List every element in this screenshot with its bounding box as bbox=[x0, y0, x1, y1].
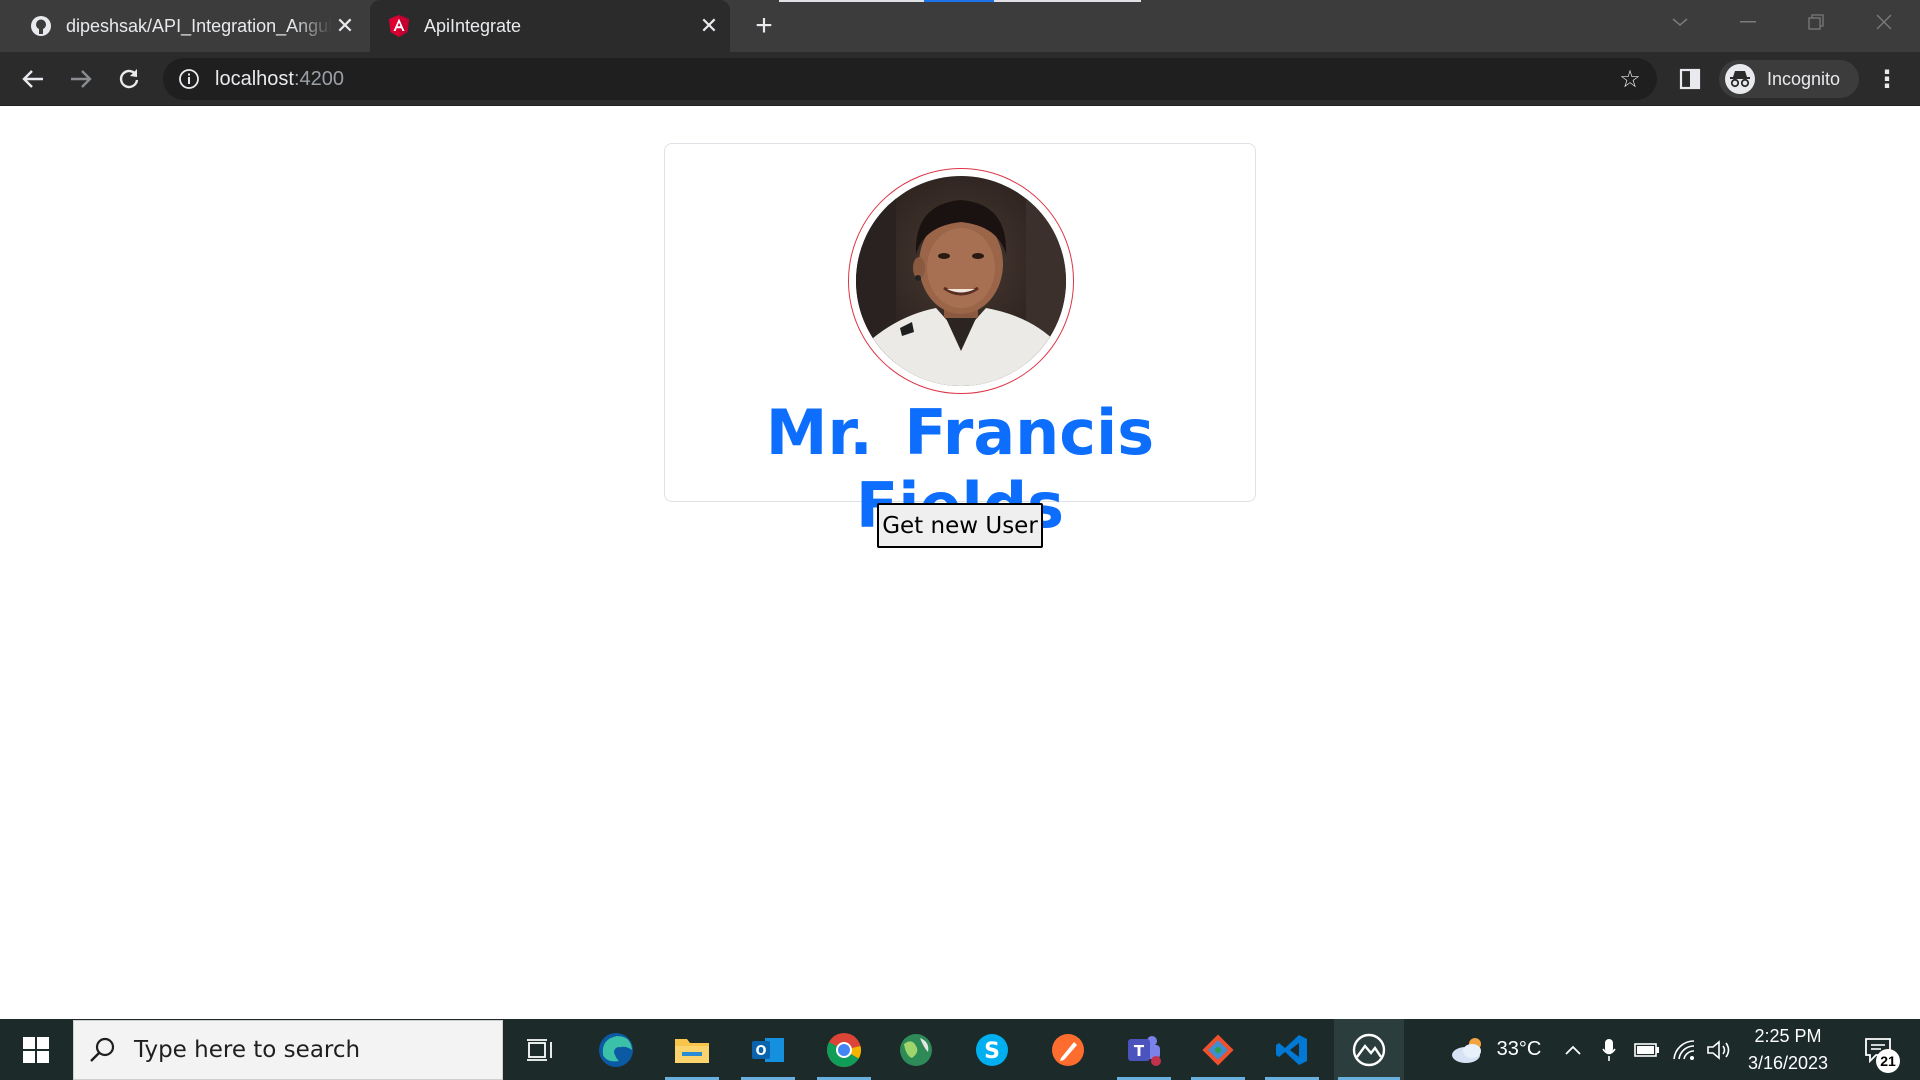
github-icon bbox=[30, 15, 52, 37]
bookmark-star-icon[interactable]: ☆ bbox=[1617, 66, 1643, 93]
browser-tab-strip: dipeshsak/API_Integration_Angul ✕ ApiInt… bbox=[0, 0, 1920, 52]
incognito-icon bbox=[1725, 64, 1755, 94]
close-tab-icon[interactable]: ✕ bbox=[696, 13, 722, 39]
forward-button[interactable] bbox=[63, 61, 99, 97]
edge-icon[interactable] bbox=[585, 1019, 647, 1080]
git-icon[interactable] bbox=[1187, 1019, 1249, 1080]
side-panel-icon[interactable] bbox=[1678, 67, 1702, 91]
notification-count-badge: 21 bbox=[1876, 1049, 1900, 1073]
incognito-profile-button[interactable]: Incognito bbox=[1719, 60, 1859, 98]
browser-toolbar: localhost:4200 ☆ Incognito ⋮ bbox=[0, 52, 1920, 106]
windows-taskbar: Type here to search O S T 33°C 2:25 PM 3… bbox=[0, 1019, 1920, 1080]
new-tab-button[interactable]: + bbox=[748, 9, 780, 42]
notification-center-icon[interactable]: 21 bbox=[1852, 1019, 1904, 1080]
clock-time: 2:25 PM bbox=[1754, 1026, 1822, 1046]
address-bar[interactable]: localhost:4200 ☆ bbox=[163, 58, 1657, 100]
microphone-icon[interactable] bbox=[1596, 1019, 1622, 1080]
page-content: Mr. Francis Fields Get new User bbox=[0, 107, 1920, 1019]
back-button[interactable] bbox=[15, 61, 51, 97]
reload-button[interactable] bbox=[111, 61, 147, 97]
browser-menu-icon[interactable]: ⋮ bbox=[1872, 64, 1902, 94]
weather-icon[interactable] bbox=[1444, 1019, 1492, 1080]
file-explorer-icon[interactable] bbox=[661, 1019, 723, 1080]
angular-icon bbox=[388, 15, 410, 37]
tab-title: ApiIntegrate bbox=[424, 15, 522, 36]
battery-icon[interactable] bbox=[1632, 1019, 1662, 1080]
incognito-label: Incognito bbox=[1767, 68, 1841, 89]
taskbar-search-box[interactable]: Type here to search bbox=[73, 1020, 503, 1080]
tab-apiintegrate[interactable]: ApiIntegrate ✕ bbox=[370, 0, 730, 52]
close-window-button[interactable] bbox=[1854, 0, 1914, 44]
site-info-icon[interactable] bbox=[177, 67, 201, 91]
taskbar-clock[interactable]: 2:25 PM 3/16/2023 bbox=[1728, 1023, 1848, 1077]
weather-temperature[interactable]: 33°C bbox=[1492, 1019, 1546, 1080]
svg-text:O: O bbox=[755, 1044, 766, 1059]
search-icon bbox=[90, 1037, 115, 1062]
task-view-icon[interactable] bbox=[509, 1019, 571, 1080]
close-tab-icon[interactable]: ✕ bbox=[332, 13, 358, 39]
tab-search-chevron-icon[interactable] bbox=[1650, 0, 1710, 44]
loading-indicator bbox=[779, 0, 1141, 2]
pen-app-icon[interactable] bbox=[1037, 1019, 1099, 1080]
chrome-icon[interactable] bbox=[813, 1019, 875, 1080]
url-text: localhost:4200 bbox=[215, 67, 344, 90]
tab-github[interactable]: dipeshsak/API_Integration_Angul ✕ bbox=[14, 0, 366, 52]
vscode-icon[interactable] bbox=[1261, 1019, 1323, 1080]
minimize-button[interactable] bbox=[1718, 0, 1778, 44]
show-hidden-icons-chevron-icon[interactable] bbox=[1560, 1019, 1586, 1080]
windows-icon bbox=[23, 1036, 49, 1063]
avatar-ring bbox=[848, 168, 1074, 394]
outlook-icon[interactable]: O bbox=[737, 1019, 799, 1080]
wifi-icon[interactable] bbox=[1670, 1019, 1700, 1080]
clock-date: 3/16/2023 bbox=[1747, 1053, 1829, 1073]
user-card: Mr. Francis Fields bbox=[664, 143, 1256, 542]
search-placeholder: Type here to search bbox=[134, 1037, 361, 1063]
skype-icon[interactable]: S bbox=[961, 1019, 1023, 1080]
svg-text:T: T bbox=[1134, 1042, 1145, 1060]
tab-title: dipeshsak/API_Integration_Angul bbox=[66, 15, 333, 36]
svg-text:S: S bbox=[984, 1039, 1000, 1064]
globe-icon[interactable] bbox=[885, 1019, 947, 1080]
start-button[interactable] bbox=[0, 1019, 72, 1080]
teams-icon[interactable]: T bbox=[1113, 1019, 1175, 1080]
get-new-user-button[interactable]: Get new User bbox=[877, 503, 1043, 548]
restore-button[interactable] bbox=[1786, 0, 1846, 44]
game-app-icon[interactable] bbox=[1334, 1019, 1404, 1080]
avatar bbox=[856, 176, 1066, 386]
